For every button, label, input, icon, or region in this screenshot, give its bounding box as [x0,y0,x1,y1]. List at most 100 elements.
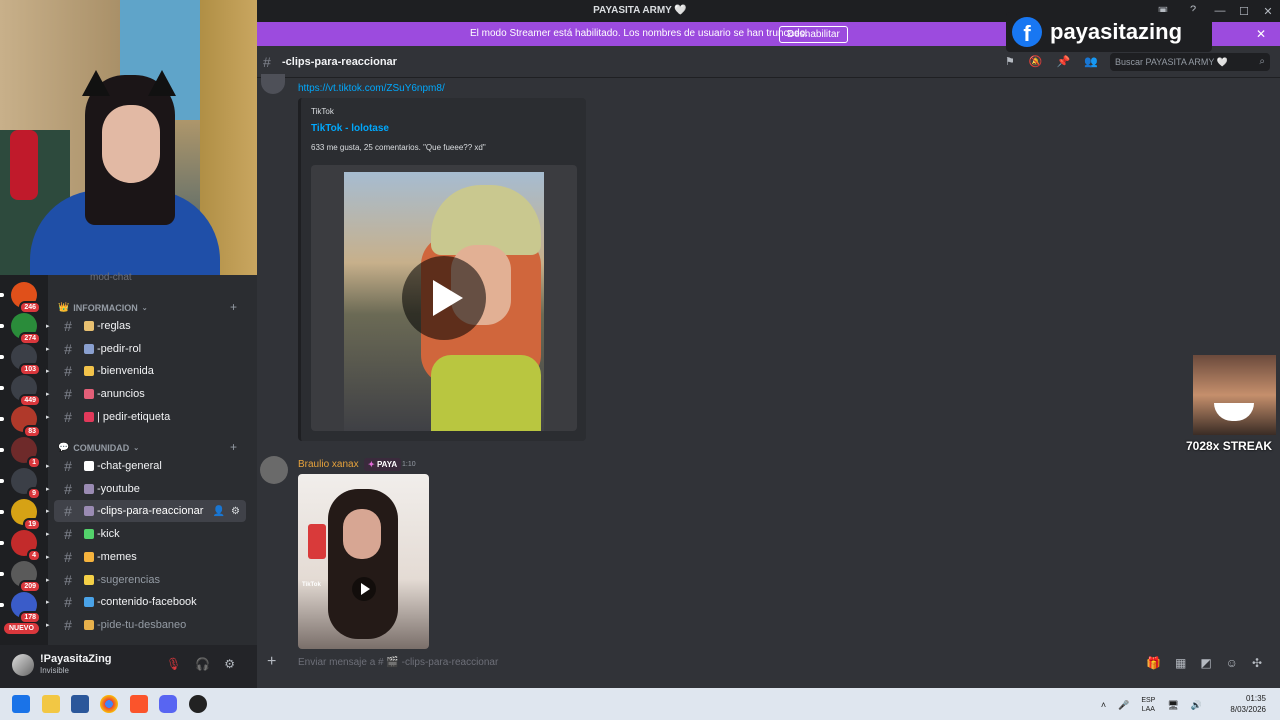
channel-item[interactable]: ▸ # -bienvenida [46,360,246,382]
gear-icon[interactable]: ⚙ [224,657,235,671]
chrome-icon[interactable] [100,695,118,713]
server-icon[interactable]: 19 [0,499,41,531]
play-icon[interactable] [402,256,486,340]
mention-badge: 9 [27,487,41,500]
avatar[interactable] [261,74,285,94]
channel-emoji-icon [84,529,94,540]
server-icon[interactable]: 103 [0,344,41,376]
member-list-icon[interactable]: 👥 [1084,55,1098,68]
server-icon[interactable]: 274 [0,313,41,345]
category-comunidad[interactable]: 💬 COMUNIDAD ⌄ [58,442,139,453]
channel-item[interactable]: ▸ # -sugerencias [46,569,246,591]
server-list: 246 274 103 449 83 1 9 19 4 209 178 NUEVO [0,275,48,645]
notification-muted-icon[interactable]: 🔕 [1029,55,1043,68]
channel-emoji-icon [84,411,94,422]
volume-icon[interactable]: 🔊 [1191,700,1202,711]
microphone-icon[interactable]: 🎤 [1118,700,1129,711]
server-icon[interactable]: 449 [0,375,41,407]
channel-emoji-icon [84,343,94,354]
hash-icon: # [64,340,72,357]
close-icon[interactable]: ✕ [1256,27,1266,41]
emoji-icon[interactable]: ☺ [1226,656,1238,670]
server-icon[interactable]: 9 [0,468,41,500]
channel-item[interactable]: ▸ # -clips-para-reaccionar 👤 ⚙ [46,500,246,523]
server-icon[interactable]: 1 [0,437,41,469]
language-indicator[interactable]: ESP LAA [1141,696,1155,714]
sticker-icon[interactable]: ◩ [1200,656,1211,670]
add-attachment-icon[interactable]: + [267,653,276,671]
close-window-button[interactable]: ✕ [1256,0,1280,22]
app-icon[interactable] [189,695,207,713]
hash-icon: # [64,386,72,403]
server-icon[interactable]: 178 [0,592,41,624]
unread-indicator [0,510,4,514]
invite-icon[interactable]: 👤 [213,506,225,517]
clock[interactable]: 01:35 8/03/2026 [1230,693,1266,715]
channel-emoji-icon [84,619,94,630]
headphones-icon[interactable]: 🎧 [195,657,210,671]
hash-icon: # [64,526,72,543]
search-input[interactable]: Buscar PAYASITA ARMY 🤍 ⌕ [1110,53,1270,71]
maximize-button[interactable]: ☐ [1232,0,1256,22]
username[interactable]: !PayasitaZing [40,653,112,665]
gif-icon[interactable]: ▦ [1175,656,1186,670]
play-icon[interactable] [352,577,376,601]
embed-provider: TikTok [311,107,334,116]
embed-title[interactable]: TikTok - lolotase [311,123,389,134]
server-icon[interactable]: 209 [0,561,41,593]
start-icon[interactable] [12,695,30,713]
gear-icon[interactable]: ⚙ [231,506,240,517]
unread-dot-icon: ▸ [46,345,50,353]
channel-item[interactable]: ▸ # -contenido-facebook [46,591,246,613]
channel-item[interactable]: ▸ # -anuncios [46,383,246,405]
mention-badge: 19 [23,518,41,531]
channel-item[interactable]: ▸ # -reglas [46,315,246,337]
channel-item[interactable]: ▸ # | pedir-etiqueta [46,406,246,428]
embed-description: 633 me gusta, 25 comentarios. "Que fueee… [311,143,486,152]
channel-item[interactable]: ▸ # -memes [46,546,246,568]
avatar[interactable] [260,456,288,484]
streak-text: 7028x STREAK [1186,439,1273,453]
channel-emoji-icon [84,574,94,585]
discord-icon[interactable] [159,695,177,713]
brave-icon[interactable] [130,695,148,713]
channel-item[interactable]: ▸ # -chat-general [46,455,246,477]
file-explorer-icon[interactable] [42,695,60,713]
message-author[interactable]: Braulio xanax [298,459,359,470]
channel-item[interactable]: ▸ # -youtube [46,478,246,500]
user-status: Invisible [40,666,69,675]
channel-item[interactable]: ▸ # -kick [46,523,246,545]
app-icon[interactable] [71,695,89,713]
unread-indicator [0,448,4,452]
unread-dot-icon: ▸ [46,413,50,421]
embed-video[interactable] [311,165,577,431]
avatar[interactable] [12,654,34,676]
add-channel-icon[interactable]: + [230,440,237,454]
apps-icon[interactable]: ✣ [1252,656,1262,670]
message-timestamp: 1:10 [402,461,416,468]
channel-partial-top[interactable]: mod-chat [90,272,132,283]
gift-icon[interactable]: 🎁 [1146,656,1161,670]
hash-icon: # [64,571,72,588]
category-informacion[interactable]: 👑 INFORMACION ⌄ [58,302,148,313]
video-attachment[interactable]: TikTok [298,474,429,649]
network-icon[interactable]: 🖥 [1167,700,1178,711]
server-icon[interactable]: 246 [0,282,41,314]
chevron-up-icon[interactable]: ˄ [1101,700,1106,710]
server-icon[interactable]: 4 [0,530,41,562]
hash-icon: # [64,363,72,380]
category-emoji-icon: 👑 [58,302,70,312]
mic-muted-icon[interactable]: 🎙 [166,657,181,671]
new-badge[interactable]: NUEVO [4,623,39,634]
server-icon[interactable]: 83 [0,406,41,438]
disable-streamer-button[interactable]: Deshabilitar [779,26,848,43]
channel-item[interactable]: ▸ # -pide-tu-desbaneo [46,614,246,636]
pin-icon[interactable]: 📌 [1057,55,1071,68]
role-badge: ✦ PAYA [364,458,402,471]
threads-icon[interactable]: ⚑ [1005,55,1015,68]
message-input[interactable]: Enviar mensaje a # 🎬 -clips-para-reaccio… [298,657,498,668]
message-link[interactable]: https://vt.tiktok.com/ZSuY6npm8/ [298,83,445,94]
channel-item[interactable]: ▸ # -pedir-rol [46,338,246,360]
unread-dot-icon: ▸ [46,531,50,539]
add-channel-icon[interactable]: + [230,300,237,314]
